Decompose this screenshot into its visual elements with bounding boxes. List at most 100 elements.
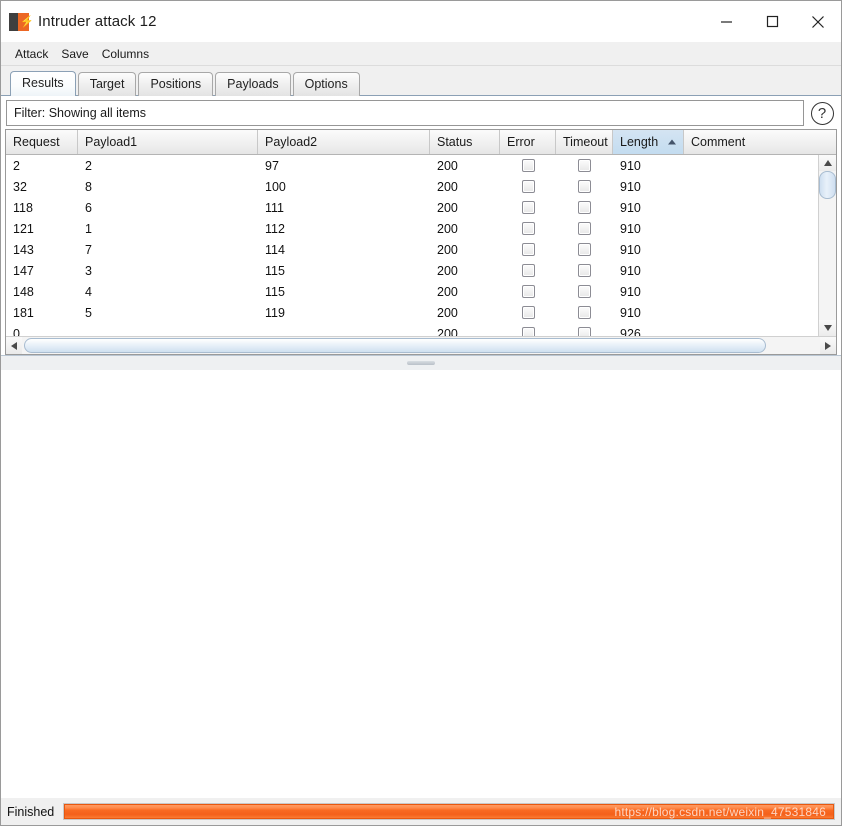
cell-payload2: 97 xyxy=(265,158,279,173)
vertical-scrollbar[interactable] xyxy=(818,155,836,336)
cell-payload2: 100 xyxy=(265,179,286,194)
cell-timeout-checkbox[interactable] xyxy=(556,260,613,281)
table-row[interactable]: 118 6 111 200 910 xyxy=(6,197,818,218)
column-header-length[interactable]: Length xyxy=(613,130,684,154)
cell-timeout-checkbox[interactable] xyxy=(556,302,613,323)
error-checkbox[interactable] xyxy=(521,180,535,193)
intruder-attack-window: ⚡ Intruder attack 12 Attack Save Columns… xyxy=(0,0,842,826)
error-checkbox[interactable] xyxy=(521,201,535,214)
filter-bar[interactable]: Filter: Showing all items xyxy=(6,100,804,126)
cell-timeout-checkbox[interactable] xyxy=(556,176,613,197)
arrow-right-icon[interactable] xyxy=(820,337,836,354)
question-mark-icon[interactable]: ? xyxy=(809,100,835,126)
table-row[interactable]: 0 200 926 xyxy=(6,323,818,336)
cell-payload2: 112 xyxy=(265,221,285,236)
timeout-checkbox[interactable] xyxy=(578,180,591,193)
close-icon[interactable] xyxy=(795,1,841,42)
table-body: 2 2 97 200 910 32 8 100 200 910 118 6 111 200 910 121 1 1… xyxy=(6,155,818,336)
vertical-scroll-track[interactable] xyxy=(819,171,836,320)
cell-status: 200 xyxy=(437,158,458,173)
table-row[interactable]: 181 5 119 200 910 xyxy=(6,302,818,323)
error-checkbox[interactable] xyxy=(521,243,535,256)
cell-timeout-checkbox[interactable] xyxy=(556,239,613,260)
title-bar: ⚡ Intruder attack 12 xyxy=(1,1,841,42)
cell-payload1: 4 xyxy=(85,284,92,299)
vertical-scroll-thumb[interactable] xyxy=(819,171,836,199)
horizontal-scroll-track[interactable] xyxy=(22,337,820,354)
cell-payload2: 111 xyxy=(265,200,285,215)
cell-timeout-checkbox[interactable] xyxy=(556,155,613,176)
error-checkbox[interactable] xyxy=(521,285,535,298)
error-checkbox[interactable] xyxy=(521,327,535,336)
table-row[interactable]: 147 3 115 200 910 xyxy=(6,260,818,281)
table-row[interactable]: 148 4 115 200 910 xyxy=(6,281,818,302)
column-header-request[interactable]: Request xyxy=(6,130,78,154)
horizontal-scroll-thumb[interactable] xyxy=(24,338,767,353)
cell-request: 0 xyxy=(13,326,20,337)
column-header-payload2[interactable]: Payload2 xyxy=(258,130,430,154)
timeout-checkbox[interactable] xyxy=(578,201,591,214)
menu-item-save[interactable]: Save xyxy=(55,45,94,63)
maximize-icon[interactable] xyxy=(749,1,795,42)
cell-error-checkbox[interactable] xyxy=(500,176,556,197)
table-row[interactable]: 121 1 112 200 910 xyxy=(6,218,818,239)
request-response-pane xyxy=(1,370,841,798)
column-header-label: Request xyxy=(13,135,60,149)
status-bar: Finished https://blog.csdn.net/weixin_47… xyxy=(1,798,841,825)
timeout-checkbox[interactable] xyxy=(578,327,591,336)
error-checkbox[interactable] xyxy=(521,306,535,319)
timeout-checkbox[interactable] xyxy=(578,285,591,298)
cell-status: 200 xyxy=(437,263,458,278)
tab-results[interactable]: Results xyxy=(10,71,76,96)
cell-error-checkbox[interactable] xyxy=(500,197,556,218)
column-header-error[interactable]: Error xyxy=(500,130,556,154)
cell-error-checkbox[interactable] xyxy=(500,239,556,260)
error-checkbox[interactable] xyxy=(521,264,535,277)
horizontal-scrollbar[interactable] xyxy=(6,336,836,354)
error-checkbox[interactable] xyxy=(521,159,535,172)
menu-item-columns[interactable]: Columns xyxy=(96,45,155,63)
cell-request: 2 xyxy=(13,158,20,173)
tab-target[interactable]: Target xyxy=(77,72,137,96)
cell-error-checkbox[interactable] xyxy=(500,281,556,302)
column-header-status[interactable]: Status xyxy=(430,130,500,154)
tab-payloads[interactable]: Payloads xyxy=(215,72,291,96)
cell-length: 910 xyxy=(620,200,641,215)
arrow-left-icon[interactable] xyxy=(6,337,22,354)
cell-timeout-checkbox[interactable] xyxy=(556,281,613,302)
cell-length: 910 xyxy=(620,305,641,320)
cell-error-checkbox[interactable] xyxy=(500,302,556,323)
cell-comment xyxy=(684,239,818,260)
table-row[interactable]: 32 8 100 200 910 xyxy=(6,176,818,197)
cell-timeout-checkbox[interactable] xyxy=(556,323,613,336)
arrow-up-icon[interactable] xyxy=(819,155,836,171)
timeout-checkbox[interactable] xyxy=(578,264,591,277)
cell-timeout-checkbox[interactable] xyxy=(556,197,613,218)
minimize-icon[interactable] xyxy=(703,1,749,42)
timeout-checkbox[interactable] xyxy=(578,243,591,256)
column-header-comment[interactable]: Comment xyxy=(684,130,836,154)
tab-positions[interactable]: Positions xyxy=(138,72,214,96)
cell-error-checkbox[interactable] xyxy=(500,323,556,336)
arrow-down-icon[interactable] xyxy=(819,320,836,336)
table-row[interactable]: 2 2 97 200 910 xyxy=(6,155,818,176)
cell-error-checkbox[interactable] xyxy=(500,260,556,281)
cell-timeout-checkbox[interactable] xyxy=(556,218,613,239)
cell-length: 910 xyxy=(620,221,641,236)
menu-item-attack[interactable]: Attack xyxy=(9,45,54,63)
column-header-timeout[interactable]: Timeout xyxy=(556,130,613,154)
cell-error-checkbox[interactable] xyxy=(500,155,556,176)
splitter-grip[interactable] xyxy=(407,361,435,365)
timeout-checkbox[interactable] xyxy=(578,222,591,235)
status-label: Finished xyxy=(7,804,55,819)
column-header-payload1[interactable]: Payload1 xyxy=(78,130,258,154)
timeout-checkbox[interactable] xyxy=(578,306,591,319)
tab-options[interactable]: Options xyxy=(292,72,360,96)
cell-payload1: 2 xyxy=(85,158,92,173)
pane-splitter[interactable] xyxy=(1,355,841,370)
error-checkbox[interactable] xyxy=(521,222,535,235)
table-row[interactable]: 143 7 114 200 910 xyxy=(6,239,818,260)
attack-progress-bar: https://blog.csdn.net/weixin_47531846 xyxy=(63,803,835,820)
cell-error-checkbox[interactable] xyxy=(500,218,556,239)
timeout-checkbox[interactable] xyxy=(578,159,591,172)
